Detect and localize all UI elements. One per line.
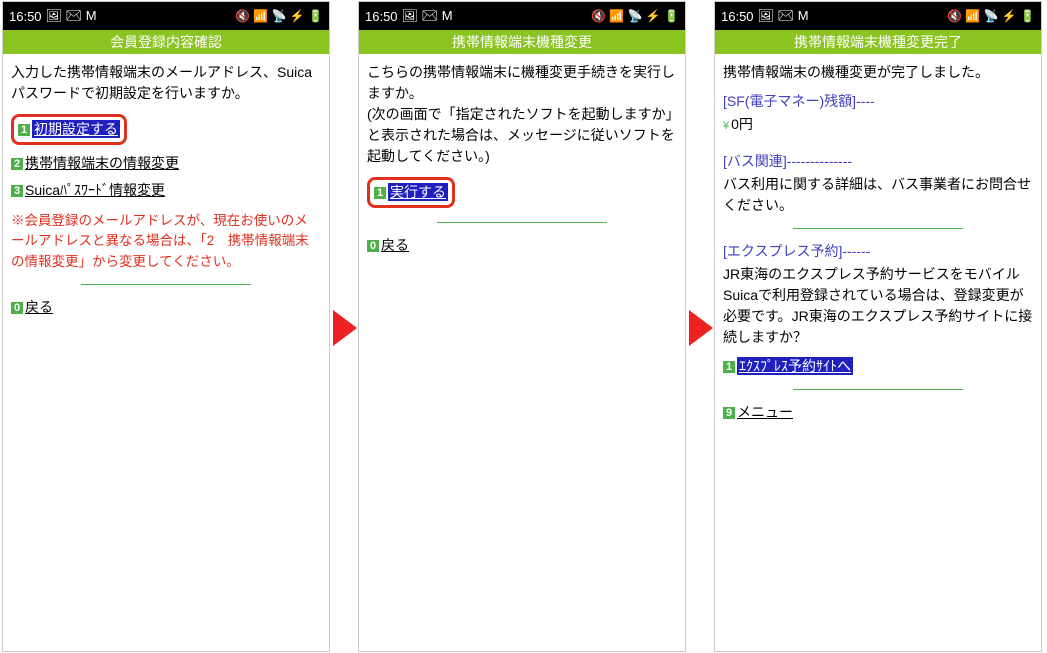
status-left-icons: 🖼 ✉ M bbox=[402, 8, 453, 24]
divider bbox=[793, 389, 964, 390]
status-time: 16:50 bbox=[9, 9, 42, 24]
num-badge-0: 0 bbox=[367, 240, 379, 252]
status-right-icons: 🔇 📶 📡 ⚡ 🔋 bbox=[591, 9, 679, 23]
num-badge-1: 1 bbox=[18, 124, 30, 136]
link-back[interactable]: 戻る bbox=[381, 237, 409, 253]
num-badge-0: 0 bbox=[11, 302, 23, 314]
bus-text: バス利用に関する詳細は、バス事業者にお問合せください。 bbox=[723, 174, 1033, 216]
link-suica-password[interactable]: Suicaﾊﾟｽﾜｰﾄﾞ情報変更 bbox=[25, 182, 165, 198]
num-badge-2: 2 bbox=[11, 158, 23, 170]
status-left-icons: 🖼 ✉ M bbox=[758, 8, 809, 24]
warning-note: ※会員登録のメールアドレスが、現在お使いのメールアドレスと異なる場合は、「2 携… bbox=[11, 211, 321, 272]
status-right-icons: 🔇 📶 📡 ⚡ 🔋 bbox=[235, 9, 323, 23]
intro-text: 携帯情報端末の機種変更が完了しました。 bbox=[723, 62, 1033, 83]
page-title: 携帯情報端末機種変更完了 bbox=[715, 30, 1041, 54]
divider bbox=[793, 228, 964, 229]
num-badge-3: 3 bbox=[11, 185, 23, 197]
intro-text: 入力した携帯情報端末のメールアドレス、Suicaパスワードで初期設定を行いますか… bbox=[11, 62, 321, 104]
phone-screen-2: 16:50 🖼 ✉ M 🔇 📶 📡 ⚡ 🔋 携帯情報端末機種変更 こちらの携帯情… bbox=[358, 1, 686, 652]
status-bar: 16:50 🖼 ✉ M 🔇 📶 📡 ⚡ 🔋 bbox=[3, 2, 329, 30]
sf-section-head: [SF(電子マネー)残額]---- bbox=[723, 91, 1033, 112]
currency-icon: ¥ bbox=[723, 120, 729, 132]
num-badge-1: 1 bbox=[374, 187, 386, 199]
link-menu[interactable]: メニュー bbox=[737, 404, 793, 420]
highlight-box: 1実行する bbox=[367, 177, 455, 208]
arrow-right-icon bbox=[689, 310, 713, 346]
status-left-icons: 🖼 ✉ M bbox=[46, 8, 97, 24]
link-execute[interactable]: 実行する bbox=[388, 183, 448, 201]
num-badge-1: 1 bbox=[723, 361, 735, 373]
link-initial-setup[interactable]: 初期設定する bbox=[32, 120, 120, 138]
highlight-box: 1初期設定する bbox=[11, 114, 127, 145]
phone-screen-1: 16:50 🖼 ✉ M 🔇 📶 📡 ⚡ 🔋 会員登録内容確認 入力した携帯情報端… bbox=[2, 1, 330, 652]
page-title: 携帯情報端末機種変更 bbox=[359, 30, 685, 54]
status-time: 16:50 bbox=[721, 9, 754, 24]
status-time: 16:50 bbox=[365, 9, 398, 24]
link-back[interactable]: 戻る bbox=[25, 299, 53, 315]
bus-section-head: [バス関連]-------------- bbox=[723, 151, 1033, 172]
link-express-site[interactable]: ｴｸｽﾌﾟﾚｽ予約ｻｲﾄへ bbox=[737, 357, 853, 375]
phone-screen-3: 16:50 🖼 ✉ M 🔇 📶 📡 ⚡ 🔋 携帯情報端末機種変更完了 携帯情報端… bbox=[714, 1, 1042, 652]
intro-text: こちらの携帯情報端末に機種変更手続きを実行しますか。 (次の画面で「指定されたソ… bbox=[367, 62, 677, 167]
status-right-icons: 🔇 📶 📡 ⚡ 🔋 bbox=[947, 9, 1035, 23]
page-title: 会員登録内容確認 bbox=[3, 30, 329, 54]
sf-balance: 0円 bbox=[731, 116, 753, 132]
divider bbox=[81, 284, 252, 285]
link-device-info-change[interactable]: 携帯情報端末の情報変更 bbox=[25, 155, 179, 171]
express-text: JR東海のエクスプレス予約サービスをモバイルSuicaで利用登録されている場合は… bbox=[723, 264, 1033, 348]
status-bar: 16:50 🖼 ✉ M 🔇 📶 📡 ⚡ 🔋 bbox=[715, 2, 1041, 30]
divider bbox=[437, 222, 608, 223]
express-section-head: [エクスプレス予約]------ bbox=[723, 241, 1033, 262]
arrow-right-icon bbox=[333, 310, 357, 346]
num-badge-9: 9 bbox=[723, 407, 735, 419]
status-bar: 16:50 🖼 ✉ M 🔇 📶 📡 ⚡ 🔋 bbox=[359, 2, 685, 30]
